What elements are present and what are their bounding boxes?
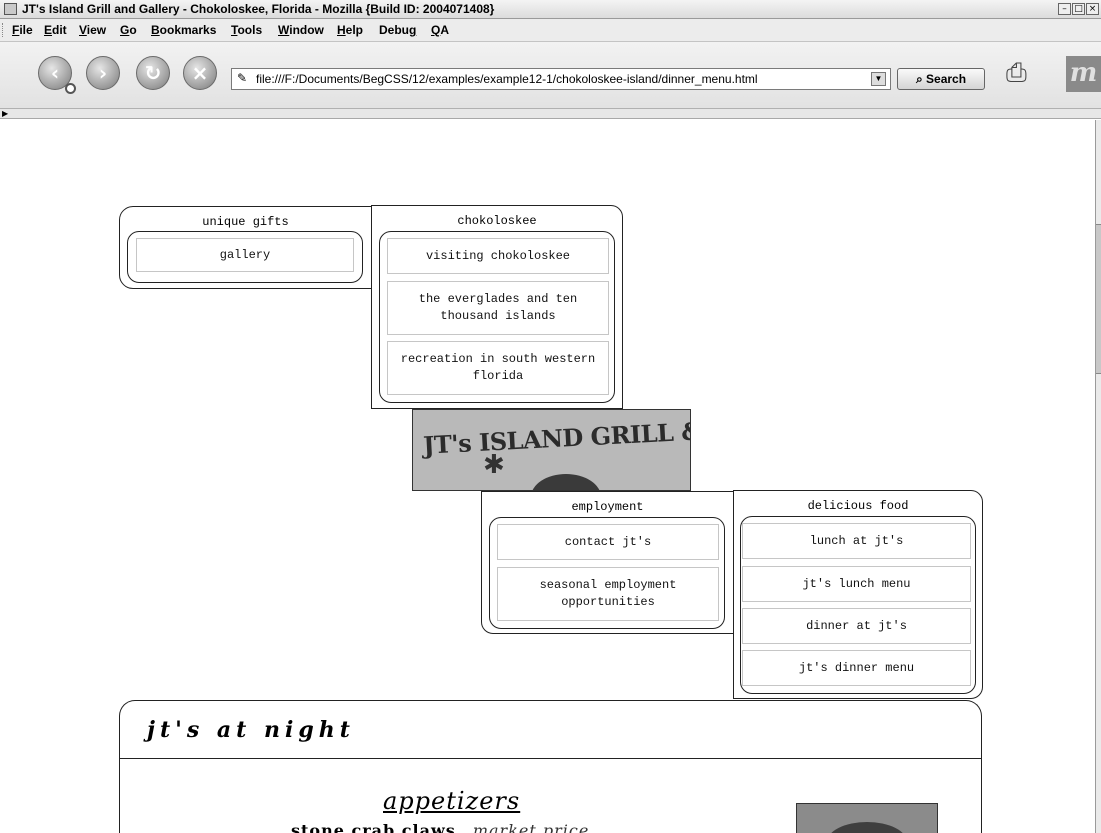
food-photo (796, 803, 938, 833)
link-everglades[interactable]: the everglades and ten thousand islands (387, 281, 609, 335)
link-seasonal-employment[interactable]: seasonal employment opportunities (497, 567, 719, 621)
jts-logo[interactable]: JT's ISLAND GRILL & GALLERY ✱ (412, 409, 691, 491)
back-button[interactable]: ‹ (38, 56, 76, 94)
chokoloskee-box: chokoloskee visiting chokoloskee the eve… (371, 205, 623, 409)
delicious-food-heading: delicious food (807, 499, 909, 513)
logo-text: JT's ISLAND GRILL & GALLERY (422, 410, 691, 460)
scrollbar-thumb[interactable] (1096, 224, 1101, 374)
menu-help[interactable]: Help (337, 23, 363, 37)
menu-bookmarks[interactable]: Bookmarks (151, 23, 216, 37)
menu-qa[interactable]: QA (431, 23, 449, 37)
menu-item-price: market price (472, 821, 590, 833)
reload-icon: ↻ (144, 61, 162, 85)
vertical-scrollbar[interactable] (1095, 120, 1101, 833)
unique-gifts-list: gallery (127, 231, 363, 283)
chokoloskee-list: visiting chokoloskee the everglades and … (379, 231, 615, 403)
menu-go[interactable]: Go (120, 23, 137, 37)
link-dinner-at-jts[interactable]: dinner at jt's (742, 608, 971, 644)
link-contact-jts[interactable]: contact jt's (497, 524, 719, 560)
title-divider (120, 758, 981, 759)
expand-arrow-icon[interactable]: ▶ (2, 109, 8, 118)
link-dinner-menu[interactable]: jt's dinner menu (742, 650, 971, 686)
link-gallery[interactable]: gallery (136, 238, 354, 272)
url-text[interactable]: file:///F:/Documents/BegCSS/12/examples/… (256, 72, 758, 86)
window-title: JT's Island Grill and Gallery - Chokolos… (22, 2, 495, 16)
menu-item-name: stone crab claws (291, 821, 456, 833)
employment-heading: employment (571, 500, 644, 514)
link-lunch-at-jts[interactable]: lunch at jt's (742, 523, 971, 559)
print-icon[interactable]: ⎙ (1006, 58, 1027, 89)
delicious-food-box: delicious food lunch at jt's jt's lunch … (733, 490, 983, 699)
back-icon: ‹ (50, 61, 60, 85)
menu-debug[interactable]: Debug (379, 23, 416, 37)
maximize-icon[interactable]: □ (1072, 3, 1085, 15)
link-visiting-chokoloskee[interactable]: visiting chokoloskee (387, 238, 609, 274)
unique-gifts-box: unique gifts gallery (119, 206, 372, 289)
stop-icon: × (191, 61, 209, 85)
close-icon[interactable]: × (1086, 3, 1099, 15)
stop-button[interactable]: × (183, 56, 217, 90)
menu-window[interactable]: Window (278, 23, 324, 37)
search-label: Search (926, 72, 967, 86)
menu-item: stone crab claws market price (291, 821, 589, 833)
unique-gifts-heading: unique gifts (202, 215, 289, 229)
window-controls: – □ × (1058, 3, 1099, 15)
url-dropdown-icon[interactable]: ▼ (871, 72, 886, 86)
navigation-toolbar: ‹ › ↻ × ✎ file:///F:/Documents/BegCSS/12… (0, 41, 1101, 109)
menu-view[interactable]: View (79, 23, 106, 37)
palm-tree-icon: ✱ (483, 450, 505, 480)
back-history-icon[interactable] (65, 83, 76, 94)
page-icon: ✎ (237, 71, 248, 85)
forward-icon: › (98, 61, 108, 85)
minimize-icon[interactable]: – (1058, 3, 1071, 15)
toolbar-grip[interactable] (2, 23, 6, 37)
menu-file[interactable]: File (12, 23, 33, 37)
menu-tools[interactable]: Tools (231, 23, 262, 37)
menubar: File Edit View Go Bookmarks Tools Window… (0, 19, 1101, 41)
search-button[interactable]: ⌕ Search (897, 68, 985, 90)
food-plate-graphic (827, 822, 907, 833)
employment-list: contact jt's seasonal employment opportu… (489, 517, 725, 629)
forward-button[interactable]: › (86, 56, 120, 90)
app-icon (4, 3, 17, 15)
menu-edit[interactable]: Edit (44, 23, 67, 37)
link-recreation[interactable]: recreation in south western florida (387, 341, 609, 395)
chokoloskee-heading: chokoloskee (457, 214, 537, 228)
page-title: jt's at night (147, 717, 355, 743)
window-titlebar: JT's Island Grill and Gallery - Chokolos… (0, 0, 1101, 19)
night-menu-panel: jt's at night appetizers stone crab claw… (119, 700, 982, 833)
mozilla-logo-icon[interactable]: m (1066, 56, 1101, 92)
search-icon: ⌕ (915, 72, 923, 86)
url-bar[interactable]: ✎ file:///F:/Documents/BegCSS/12/example… (231, 68, 891, 90)
link-lunch-menu[interactable]: jt's lunch menu (742, 566, 971, 602)
reload-button[interactable]: ↻ (136, 56, 170, 90)
personal-toolbar: ▶ (0, 109, 1101, 119)
delicious-food-list: lunch at jt's jt's lunch menu dinner at … (740, 516, 976, 694)
appetizers-heading: appetizers (383, 787, 521, 815)
employment-box: employment contact jt's seasonal employm… (481, 491, 734, 634)
logo-graphic (531, 474, 601, 490)
